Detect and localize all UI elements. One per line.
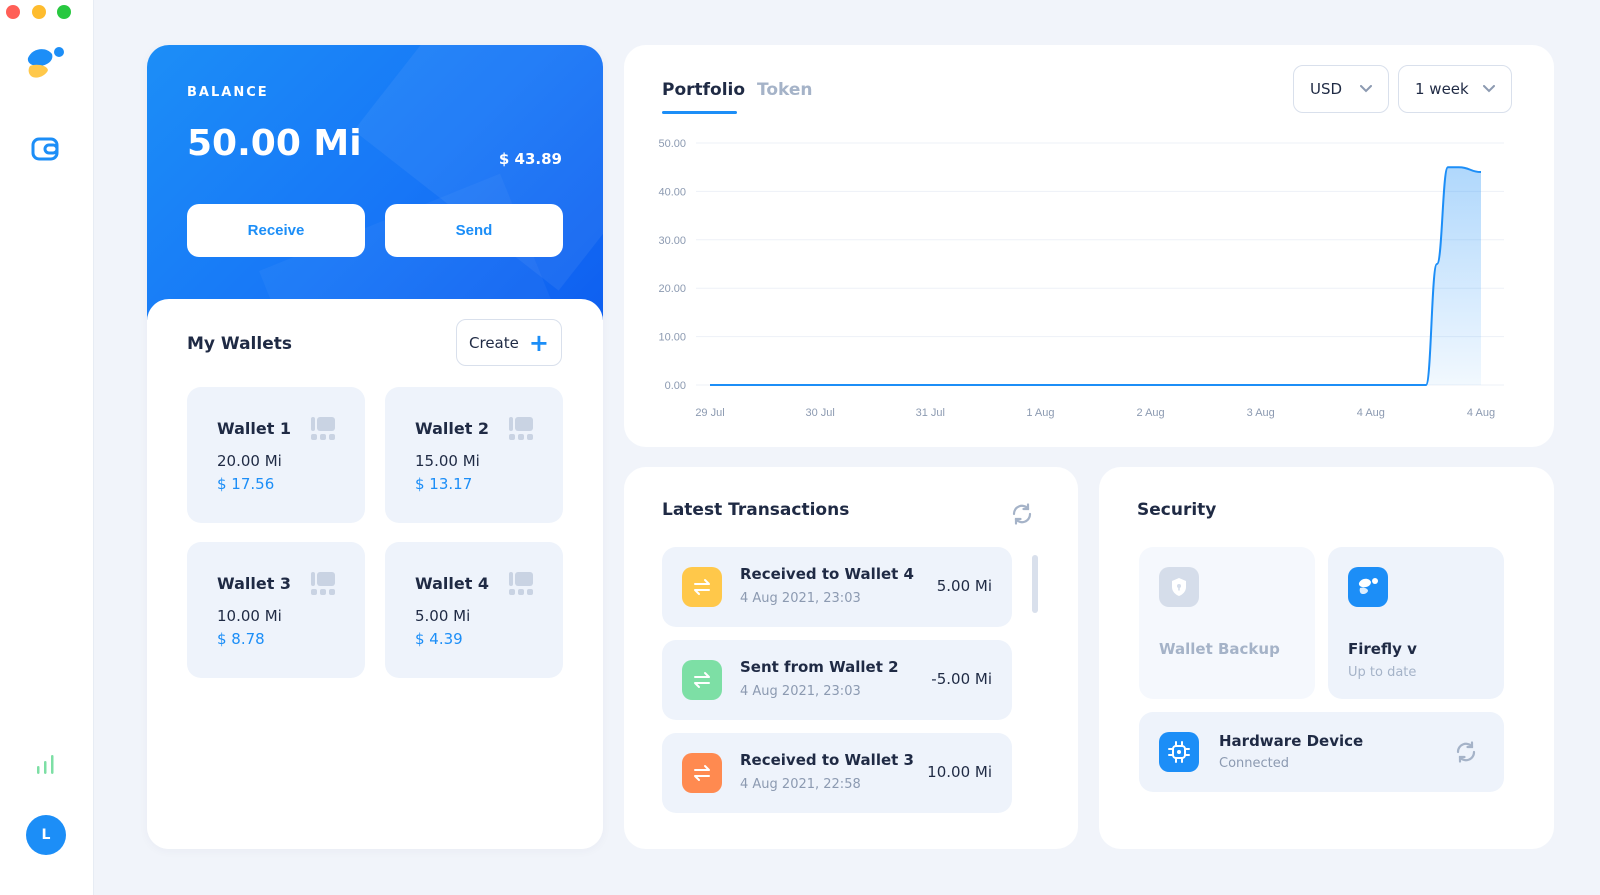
wallet-balance: 5.00 Mi — [415, 607, 471, 625]
y-tick-label: 20.00 — [658, 283, 686, 295]
transaction-amount: 10.00 Mi — [927, 763, 992, 781]
wallet-grid-icon — [509, 417, 533, 440]
hardware-device-status: Connected — [1219, 756, 1290, 771]
x-tick-label: 29 Jul — [695, 407, 724, 419]
transactions-scrollbar[interactable] — [1032, 555, 1038, 613]
wallet-fiat: $ 17.56 — [217, 475, 275, 493]
x-tick-label: 4 Aug — [1357, 407, 1385, 419]
sidebar: L — [0, 0, 94, 895]
shield-icon — [1159, 567, 1199, 607]
activity-nav-icon[interactable] — [34, 752, 58, 776]
transaction-amount: 5.00 Mi — [936, 577, 992, 595]
chip-icon — [1159, 732, 1199, 772]
balance-label: BALANCE — [187, 85, 269, 100]
wallet-grid-icon — [311, 417, 335, 440]
transaction-date: 4 Aug 2021, 23:03 — [740, 684, 861, 699]
wallet-balance: 15.00 Mi — [415, 452, 480, 470]
currency-select[interactable]: USD — [1293, 65, 1389, 113]
wallet-name: Wallet 2 — [415, 419, 490, 438]
wallet-fiat: $ 4.39 — [415, 630, 463, 648]
transactions-title: Latest Transactions — [662, 500, 850, 520]
x-tick-label: 2 Aug — [1137, 407, 1165, 419]
security-title: Security — [1137, 500, 1217, 520]
x-tick-label: 1 Aug — [1026, 407, 1054, 419]
plus-icon: + — [528, 328, 549, 357]
x-tick-label: 4 Aug — [1467, 407, 1495, 419]
transaction-row[interactable]: Received to Wallet 4 4 Aug 2021, 23:03 5… — [662, 547, 1012, 627]
period-select[interactable]: 1 week — [1398, 65, 1512, 113]
wallet-card[interactable]: Wallet 3 10.00 Mi $ 8.78 — [187, 542, 365, 678]
portfolio-panel: 0.00 10.00 20.00 30.00 40.00 50.00 29 Jul 30 Ju… — [624, 45, 1554, 447]
wallet-card[interactable]: Wallet 4 5.00 Mi $ 4.39 — [385, 542, 563, 678]
y-tick-label: 50.00 — [658, 138, 686, 150]
chart-line — [710, 166, 1482, 386]
wallets-title: My Wallets — [187, 334, 292, 354]
hardware-device-title: Hardware Device — [1219, 732, 1364, 750]
send-button[interactable]: Send — [385, 204, 563, 257]
create-label: Create — [469, 333, 519, 352]
wallets-panel: My Wallets Create + Wallet 1 20.00 Mi $ … — [147, 299, 603, 849]
window-minimize-button[interactable] — [32, 5, 46, 19]
wallet-card[interactable]: Wallet 2 15.00 Mi $ 13.17 — [385, 387, 563, 523]
y-tick-label: 30.00 — [658, 235, 686, 247]
hardware-device-row[interactable]: Hardware Device Connected — [1139, 712, 1504, 792]
window-maximize-button[interactable] — [57, 5, 71, 19]
window-close-button[interactable] — [6, 5, 20, 19]
transaction-title: Sent from Wallet 2 — [740, 658, 899, 676]
chevron-down-icon — [1360, 85, 1372, 93]
wallet-grid-icon — [509, 572, 533, 595]
firefly-version-title: Firefly v — [1348, 640, 1417, 658]
active-tab-indicator — [662, 111, 737, 114]
firefly-version-status: Up to date — [1348, 665, 1417, 680]
wallet-backup-label: Wallet Backup — [1159, 640, 1280, 658]
wallet-backup-tile[interactable]: Wallet Backup — [1139, 547, 1315, 699]
chevron-down-icon — [1483, 85, 1495, 93]
wallet-name: Wallet 1 — [217, 419, 292, 438]
transaction-date: 4 Aug 2021, 22:58 — [740, 777, 861, 792]
create-wallet-button[interactable]: Create + — [456, 319, 562, 366]
wallet-balance: 10.00 Mi — [217, 607, 282, 625]
x-tick-label: 3 Aug — [1247, 407, 1275, 419]
wallet-fiat: $ 13.17 — [415, 475, 473, 493]
firefly-logo-icon — [27, 47, 64, 78]
security-panel: Security Wallet Backup Firefly v Up to d… — [1099, 467, 1554, 849]
transaction-row[interactable]: Received to Wallet 3 4 Aug 2021, 22:58 1… — [662, 733, 1012, 813]
y-tick-label: 10.00 — [658, 332, 686, 344]
firefly-logo-icon — [1348, 567, 1388, 607]
tab-token[interactable]: Token — [757, 80, 813, 100]
balance-amount: 50.00 Mi — [187, 123, 362, 164]
wallet-balance: 20.00 Mi — [217, 452, 282, 470]
refresh-icon[interactable] — [1454, 740, 1478, 764]
y-tick-label: 40.00 — [658, 186, 686, 198]
wallet-card[interactable]: Wallet 1 20.00 Mi $ 17.56 — [187, 387, 365, 523]
firefly-version-tile[interactable]: Firefly v Up to date — [1328, 547, 1504, 699]
period-value: 1 week — [1415, 80, 1469, 98]
wallet-name: Wallet 3 — [217, 574, 292, 593]
transaction-row[interactable]: Sent from Wallet 2 4 Aug 2021, 23:03 -5.… — [662, 640, 1012, 720]
transaction-title: Received to Wallet 4 — [740, 565, 914, 583]
wallet-nav-icon[interactable] — [30, 134, 60, 164]
x-tick-label: 30 Jul — [805, 407, 834, 419]
wallet-fiat: $ 8.78 — [217, 630, 265, 648]
profile-avatar[interactable]: L — [26, 815, 66, 855]
transactions-panel: Latest Transactions Received to Wallet 4… — [624, 467, 1078, 849]
transaction-title: Received to Wallet 3 — [740, 751, 914, 769]
tab-portfolio[interactable]: Portfolio — [662, 80, 745, 100]
transfer-icon — [682, 567, 722, 607]
transfer-icon — [682, 753, 722, 793]
balance-card: BALANCE 50.00 Mi $ 43.89 Receive Send My… — [147, 45, 603, 849]
balance-header: BALANCE 50.00 Mi $ 43.89 Receive Send — [147, 45, 603, 320]
wallet-name: Wallet 4 — [415, 574, 490, 593]
transaction-amount: -5.00 Mi — [931, 670, 992, 688]
refresh-icon[interactable] — [1010, 502, 1034, 526]
receive-button[interactable]: Receive — [187, 204, 365, 257]
balance-fiat: $ 43.89 — [498, 150, 562, 168]
y-tick-label: 0.00 — [665, 380, 686, 392]
transfer-icon — [682, 660, 722, 700]
wallet-grid-icon — [311, 572, 335, 595]
x-tick-label: 31 Jul — [916, 407, 945, 419]
transaction-date: 4 Aug 2021, 23:03 — [740, 591, 861, 606]
chart-area — [710, 167, 1481, 385]
currency-value: USD — [1310, 80, 1343, 98]
